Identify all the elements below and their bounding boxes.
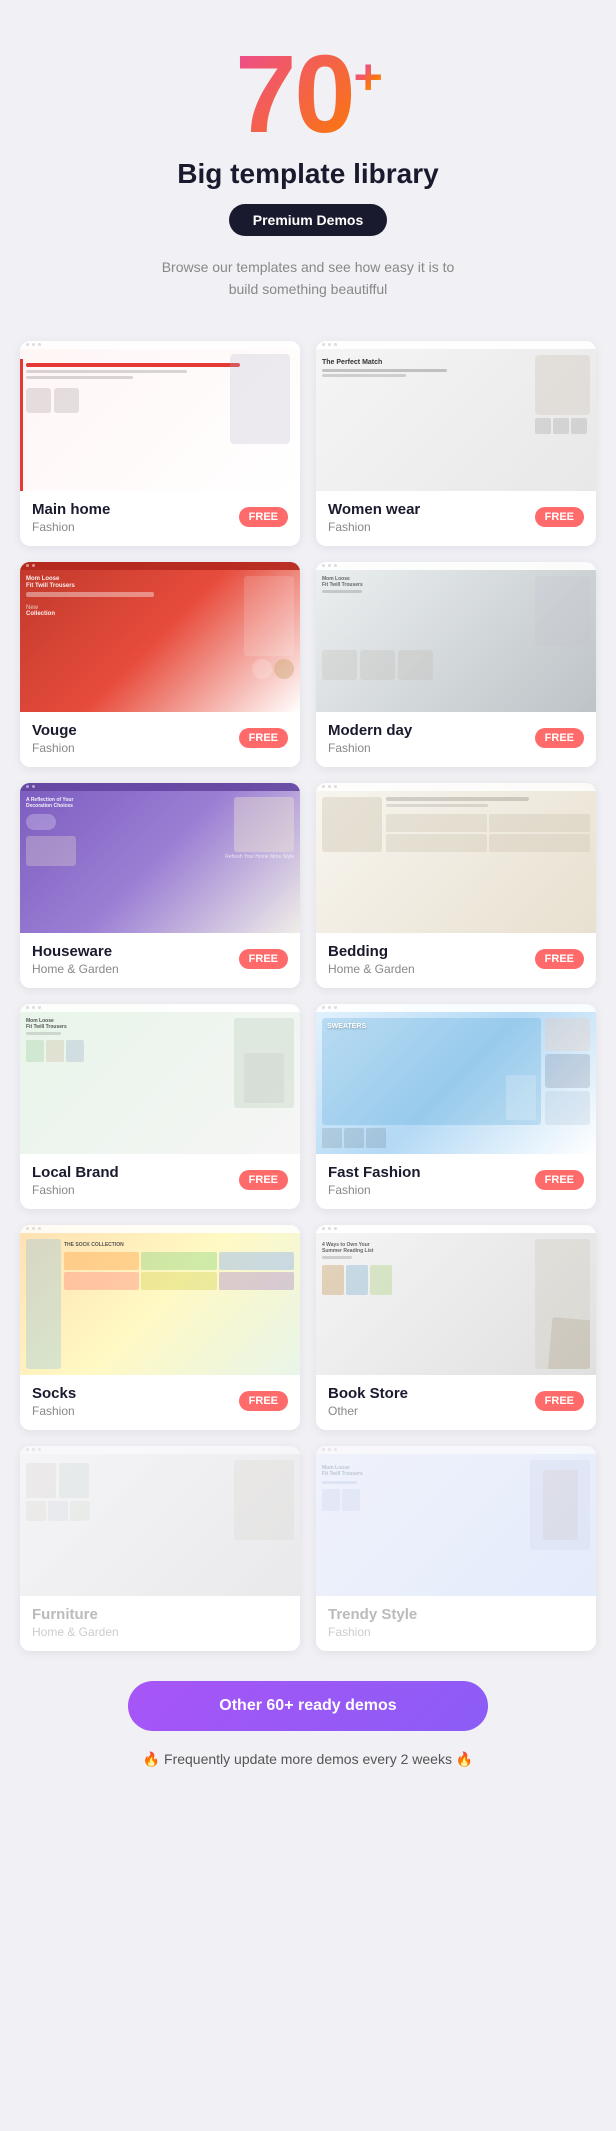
template-meta: Fast Fashion Fashion <box>328 1164 421 1197</box>
template-name: Vouge <box>32 722 77 739</box>
template-meta: Bedding Home & Garden <box>328 943 415 976</box>
template-card-local-brand[interactable]: Mom LooseFit Twill Trousers <box>20 1004 300 1209</box>
template-info-fast-fashion: Fast Fashion Fashion FREE <box>316 1154 596 1209</box>
template-meta: Women wear Fashion <box>328 501 420 534</box>
free-badge: FREE <box>239 507 288 527</box>
template-card-main-home[interactable]: Main home Fashion FREE <box>20 341 300 546</box>
template-info-book-store: Book Store Other FREE <box>316 1375 596 1430</box>
template-card-modern-day[interactable]: Mom LooseFit Twill Trousers <box>316 562 596 767</box>
template-meta: Trendy Style Fashion <box>328 1606 417 1639</box>
template-info-women-wear: Women wear Fashion FREE <box>316 491 596 546</box>
template-meta: Local Brand Fashion <box>32 1164 119 1197</box>
template-name: Trendy Style <box>328 1606 417 1623</box>
template-category: Home & Garden <box>32 962 119 976</box>
template-name: Furniture <box>32 1606 119 1623</box>
template-name: Main home <box>32 501 110 518</box>
free-badge: FREE <box>535 1170 584 1190</box>
free-badge: FREE <box>239 728 288 748</box>
free-badge: FREE <box>535 507 584 527</box>
template-card-vouge[interactable]: Mom LooseFit Twill Trousers New Collecti… <box>20 562 300 767</box>
template-name: Women wear <box>328 501 420 518</box>
template-category: Home & Garden <box>32 1625 119 1639</box>
template-category: Fashion <box>328 1183 421 1197</box>
template-thumb-socks: THE SOCK COLLECTION <box>20 1225 300 1375</box>
template-meta: Modern day Fashion <box>328 722 412 755</box>
template-card-socks[interactable]: THE SOCK COLLECTION <box>20 1225 300 1430</box>
template-card-book-store[interactable]: 4 Ways to Own YourSummer Reading List <box>316 1225 596 1430</box>
template-card-bedding[interactable]: Bedding Home & Garden FREE <box>316 783 596 988</box>
template-thumb-main-home <box>20 341 300 491</box>
template-info-vouge: Vouge Fashion FREE <box>20 712 300 767</box>
template-category: Fashion <box>328 741 412 755</box>
template-thumb-premium1 <box>20 1446 300 1596</box>
update-notice: 🔥 Frequently update more demos every 2 w… <box>40 1751 576 1768</box>
template-card-premium1[interactable]: Furniture Home & Garden <box>20 1446 300 1651</box>
free-badge: FREE <box>239 1391 288 1411</box>
free-badge: FREE <box>535 949 584 969</box>
cta-section: Other 60+ ready demos 🔥 Frequently updat… <box>20 1681 596 1768</box>
template-card-premium2[interactable]: Mom LooseFit Twill Trousers <box>316 1446 596 1651</box>
free-badge: FREE <box>535 728 584 748</box>
template-card-houseware[interactable]: A Reflection of YourDecoration Choices R… <box>20 783 300 988</box>
template-meta: Main home Fashion <box>32 501 110 534</box>
premium-badge: Premium Demos <box>229 204 387 236</box>
template-info-premium2: Trendy Style Fashion <box>316 1596 596 1651</box>
template-meta: Vouge Fashion <box>32 722 77 755</box>
template-info-premium1: Furniture Home & Garden <box>20 1596 300 1651</box>
free-badge: FREE <box>535 1391 584 1411</box>
template-info-local-brand: Local Brand Fashion FREE <box>20 1154 300 1209</box>
hero-number: 70+ <box>20 40 596 150</box>
template-thumb-women-wear: The Perfect Match <box>316 341 596 491</box>
template-thumb-local-brand: Mom LooseFit Twill Trousers <box>20 1004 300 1154</box>
hero-number-value: 70 <box>235 33 353 156</box>
template-info-bedding: Bedding Home & Garden FREE <box>316 933 596 988</box>
hero-section: 70+ Big template library Premium Demos B… <box>20 40 596 301</box>
template-meta: Book Store Other <box>328 1385 408 1418</box>
template-name: Book Store <box>328 1385 408 1402</box>
template-category: Home & Garden <box>328 962 415 976</box>
hero-plus: + <box>354 49 381 105</box>
template-thumb-vouge: Mom LooseFit Twill Trousers New Collecti… <box>20 562 300 712</box>
template-name: Bedding <box>328 943 415 960</box>
template-meta: Houseware Home & Garden <box>32 943 119 976</box>
template-thumb-modern-day: Mom LooseFit Twill Trousers <box>316 562 596 712</box>
template-card-women-wear[interactable]: The Perfect Match <box>316 341 596 546</box>
page-wrapper: 70+ Big template library Premium Demos B… <box>0 0 616 1818</box>
template-name: Socks <box>32 1385 76 1402</box>
hero-description: Browse our templates and see how easy it… <box>148 256 468 301</box>
template-card-fast-fashion[interactable]: SWEATERS <box>316 1004 596 1209</box>
hero-title: Big template library <box>20 158 596 190</box>
template-info-modern-day: Modern day Fashion FREE <box>316 712 596 767</box>
template-name: Houseware <box>32 943 119 960</box>
template-category: Fashion <box>32 1404 76 1418</box>
template-category: Fashion <box>32 741 77 755</box>
template-category: Fashion <box>328 1625 417 1639</box>
template-thumb-bedding <box>316 783 596 933</box>
template-meta: Furniture Home & Garden <box>32 1606 119 1639</box>
template-category: Fashion <box>328 520 420 534</box>
template-name: Fast Fashion <box>328 1164 421 1181</box>
template-info-socks: Socks Fashion FREE <box>20 1375 300 1430</box>
template-thumb-fast-fashion: SWEATERS <box>316 1004 596 1154</box>
template-category: Fashion <box>32 520 110 534</box>
free-badge: FREE <box>239 949 288 969</box>
template-category: Other <box>328 1404 408 1418</box>
free-badge: FREE <box>239 1170 288 1190</box>
templates-grid: Main home Fashion FREE The Perfect Match <box>20 341 596 1651</box>
template-thumb-premium2: Mom LooseFit Twill Trousers <box>316 1446 596 1596</box>
template-name: Modern day <box>328 722 412 739</box>
template-name: Local Brand <box>32 1164 119 1181</box>
template-info-houseware: Houseware Home & Garden FREE <box>20 933 300 988</box>
template-thumb-book-store: 4 Ways to Own YourSummer Reading List <box>316 1225 596 1375</box>
template-info-main-home: Main home Fashion FREE <box>20 491 300 546</box>
template-category: Fashion <box>32 1183 119 1197</box>
template-thumb-houseware: A Reflection of YourDecoration Choices R… <box>20 783 300 933</box>
template-meta: Socks Fashion <box>32 1385 76 1418</box>
cta-button[interactable]: Other 60+ ready demos <box>128 1681 488 1731</box>
